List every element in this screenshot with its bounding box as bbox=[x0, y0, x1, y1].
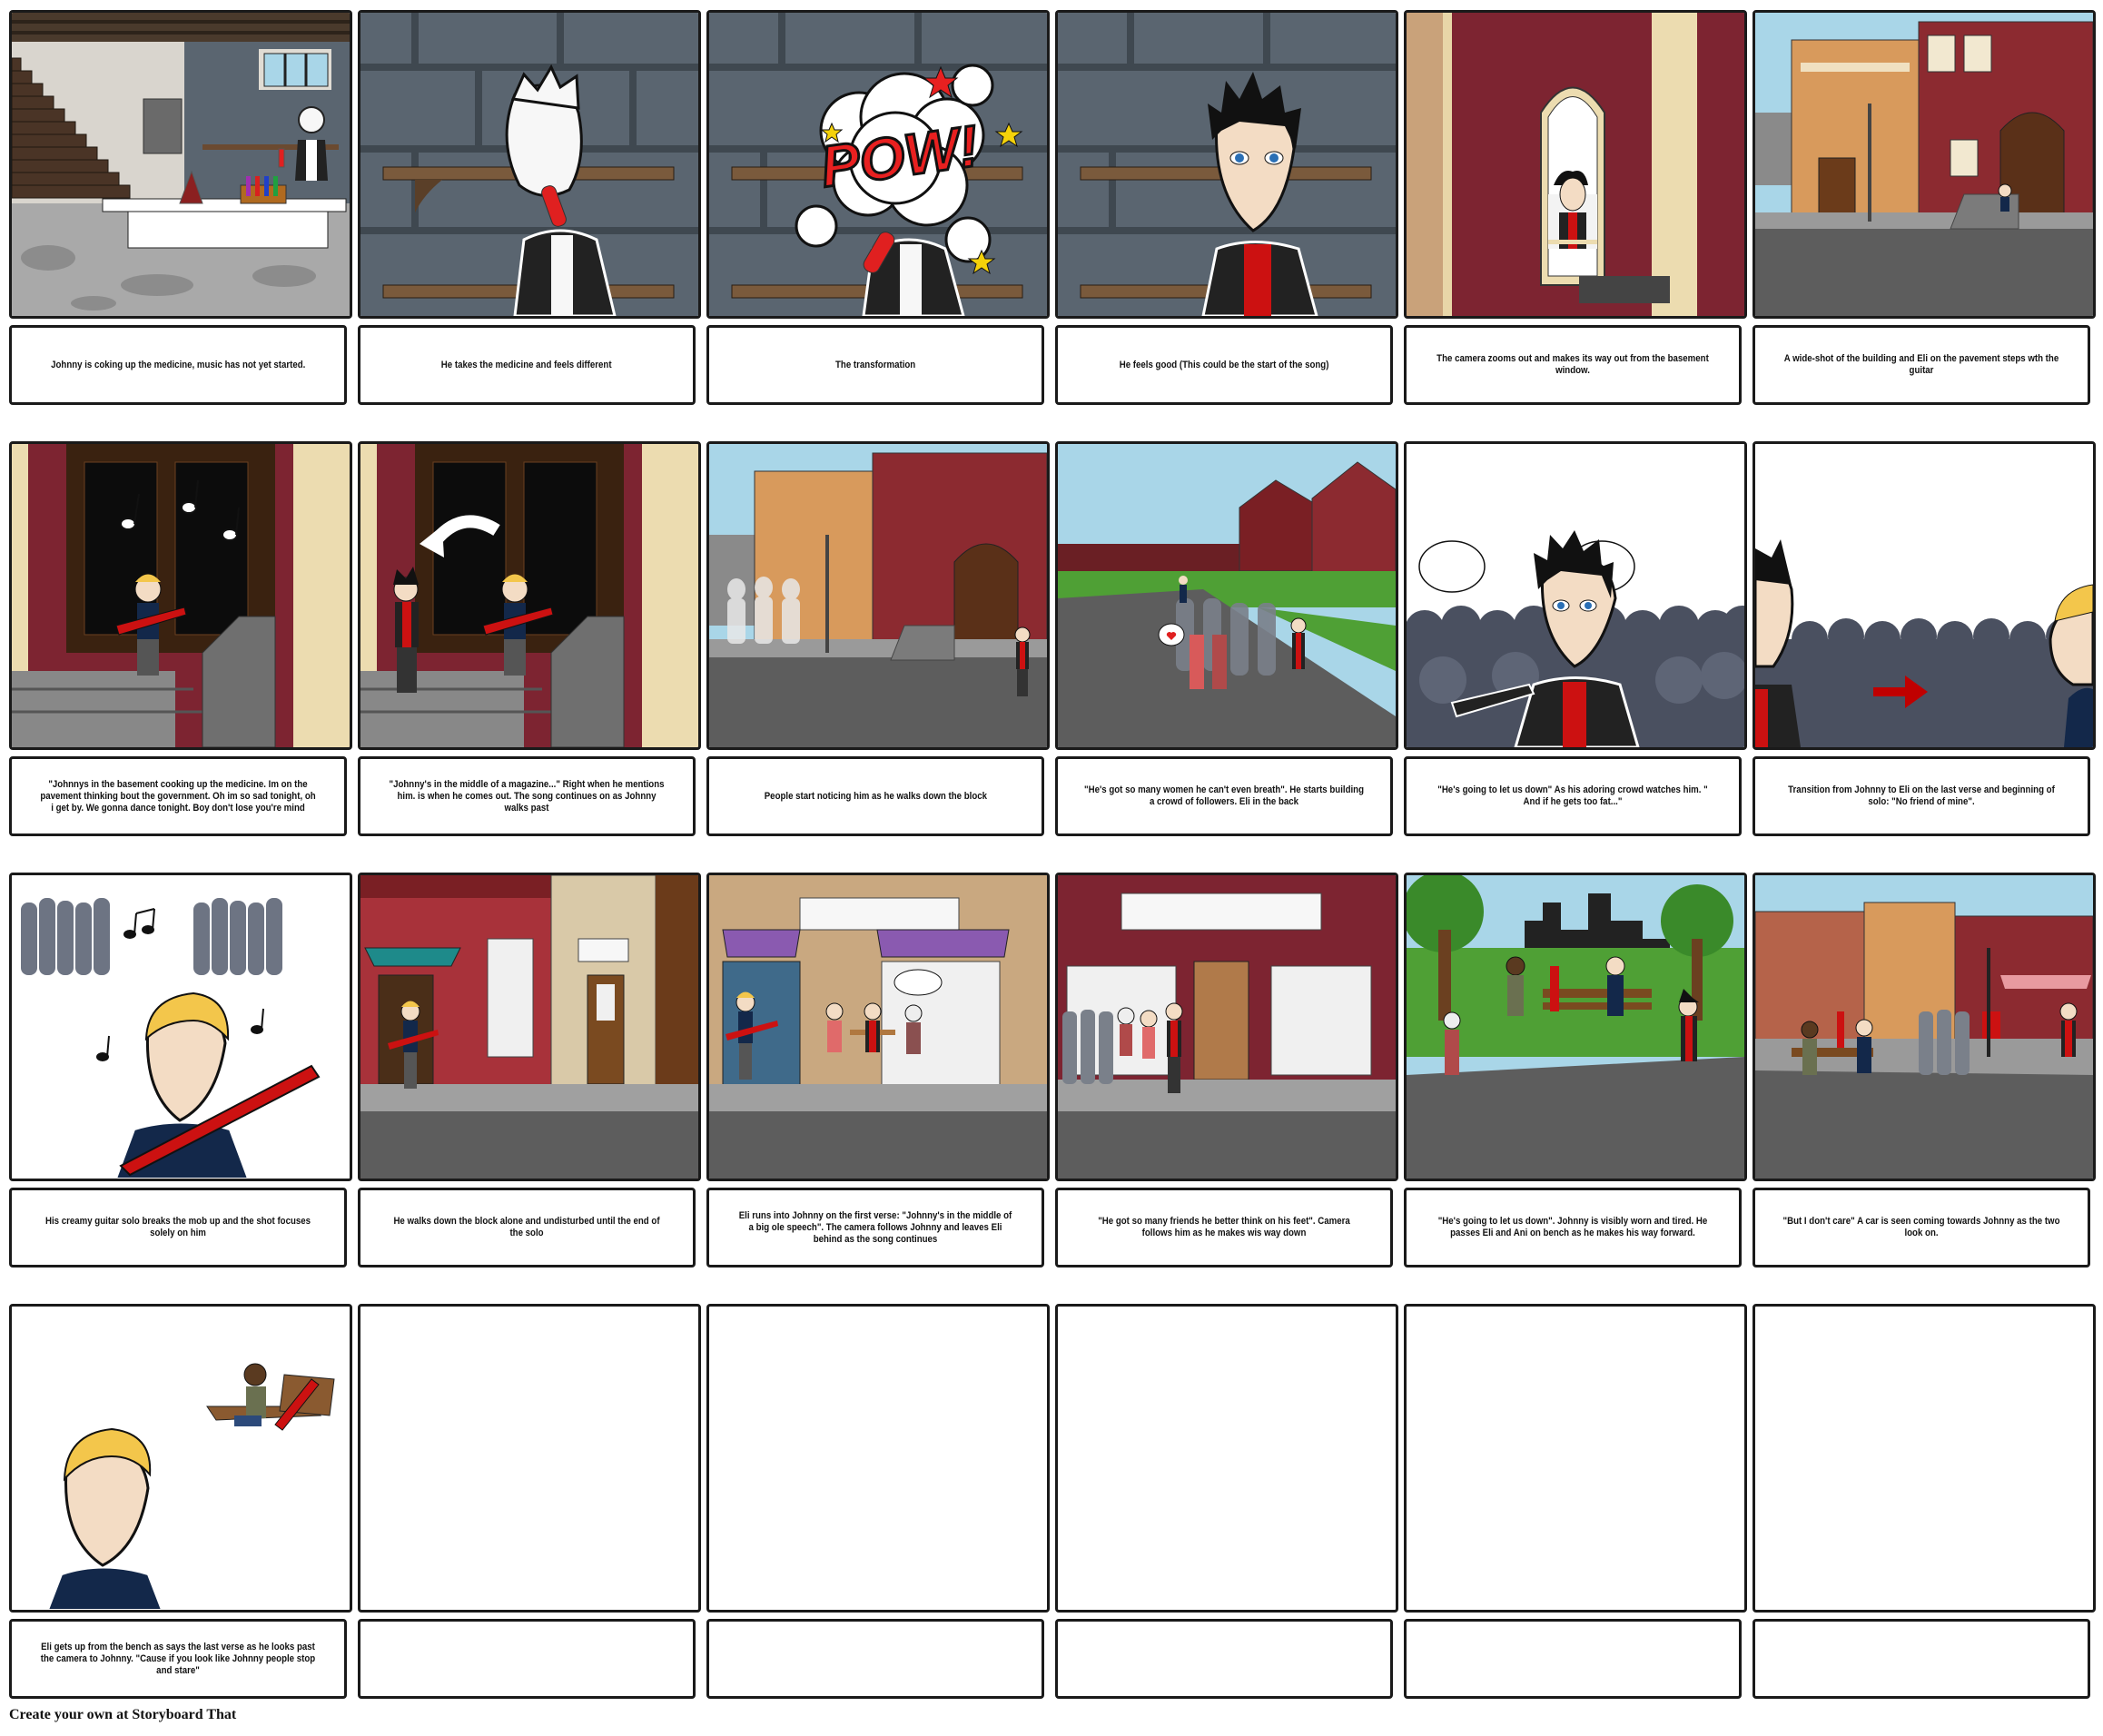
storyboard-row-2: "Johnnys in the basement cooking up the … bbox=[9, 441, 2096, 841]
scene-transition-eli[interactable] bbox=[1752, 441, 2096, 750]
scene-street-noticing[interactable] bbox=[706, 441, 1050, 750]
scene-cafe-meet[interactable] bbox=[706, 873, 1050, 1181]
scene-eli-closeup-bench[interactable] bbox=[9, 1304, 352, 1613]
panel-8-caption-text: "Johnny's in the middle of a magazine...… bbox=[389, 778, 665, 814]
scene-building-wide[interactable] bbox=[1752, 10, 2096, 319]
panel-15-caption-text: Eli runs into Johnny on the first verse:… bbox=[738, 1209, 1012, 1245]
panel-2-caption[interactable]: He takes the medicine and feels differen… bbox=[358, 325, 696, 405]
panel-14-caption[interactable]: He walks down the block alone and undist… bbox=[358, 1188, 696, 1267]
panel-2-caption-text: He takes the medicine and feels differen… bbox=[441, 359, 612, 370]
panel-16-caption-text: "He got so many friends he better think … bbox=[1098, 1216, 1350, 1238]
panel-17-caption[interactable]: "He's going to let us down". Johnny is v… bbox=[1404, 1188, 1742, 1267]
panel-23-caption[interactable] bbox=[1404, 1619, 1742, 1699]
scene-pow-transformation[interactable]: POW! bbox=[706, 10, 1050, 319]
panel-19-caption[interactable]: Eli gets up from the bench as says the l… bbox=[9, 1619, 347, 1699]
panel-22-caption[interactable] bbox=[1055, 1619, 1393, 1699]
panel-4-caption[interactable]: He feels good (This could be the start o… bbox=[1055, 325, 1393, 405]
panel-11-caption[interactable]: "He's going to let us down" As his adori… bbox=[1404, 756, 1742, 836]
panel-12-caption-text: Transition from Johnny to Eli on the las… bbox=[1788, 784, 2055, 807]
panel-3-caption-text: The transformation bbox=[834, 359, 916, 370]
scene-empty[interactable] bbox=[1055, 1304, 1398, 1613]
scene-johnny-transformed[interactable] bbox=[1055, 10, 1398, 319]
panel-1-caption-text: Johnny is coking up the medicine, music … bbox=[50, 359, 306, 370]
panel-13-caption-text: His creamy guitar solo breaks the mob up… bbox=[44, 1216, 311, 1238]
panel-10-caption[interactable]: "He's got so many women he can't even br… bbox=[1055, 756, 1393, 836]
scene-town-street-car[interactable] bbox=[1752, 873, 2096, 1181]
panel-3-caption[interactable]: The transformation bbox=[706, 325, 1044, 405]
panel-1-caption[interactable]: Johnny is coking up the medicine, music … bbox=[9, 325, 347, 405]
panel-12-caption[interactable]: Transition from Johnny to Eli on the las… bbox=[1752, 756, 2090, 836]
panel-6-caption[interactable]: A wide-shot of the building and Eli on t… bbox=[1752, 325, 2090, 405]
scene-street-alone[interactable] bbox=[358, 873, 701, 1181]
storyboard-that-credit-link[interactable]: Create your own at Storyboard That bbox=[9, 1707, 236, 1723]
panel-9-caption-text: People start noticing him as he walks do… bbox=[764, 790, 987, 802]
panel-7-caption-text: "Johnnys in the basement cooking up the … bbox=[40, 778, 316, 814]
storyboard-row-4: Eli gets up from the bench as says the l… bbox=[9, 1304, 2096, 1703]
scene-eli-steps-music[interactable] bbox=[9, 441, 352, 750]
panel-24-caption[interactable] bbox=[1752, 1619, 2090, 1699]
panel-11-caption-text: "He's going to let us down" As his adori… bbox=[1437, 784, 1708, 807]
scene-johnny-comes-out[interactable] bbox=[358, 441, 701, 750]
panel-18-caption-text: "But I don't care" A car is seen coming … bbox=[1782, 1216, 2060, 1238]
panel-17-caption-text: "He's going to let us down". Johnny is v… bbox=[1437, 1216, 1708, 1238]
scene-empty[interactable] bbox=[1404, 1304, 1747, 1613]
panel-14-caption-text: He walks down the block alone and undist… bbox=[393, 1216, 660, 1238]
storyboard-row-3: His creamy guitar solo breaks the mob up… bbox=[9, 873, 2096, 1272]
panel-5-caption-text: The camera zooms out and makes its way o… bbox=[1437, 353, 1709, 376]
scene-shopfront-friends[interactable] bbox=[1055, 873, 1398, 1181]
scene-eli-solo[interactable] bbox=[9, 873, 352, 1181]
scene-empty[interactable] bbox=[706, 1304, 1050, 1613]
panel-6-caption-text: A wide-shot of the building and Eli on t… bbox=[1783, 353, 2059, 376]
panel-7-caption[interactable]: "Johnnys in the basement cooking up the … bbox=[9, 756, 347, 836]
panel-19-caption-text: Eli gets up from the bench as says the l… bbox=[40, 1641, 316, 1676]
panel-20-caption[interactable] bbox=[358, 1619, 696, 1699]
scene-empty[interactable] bbox=[358, 1304, 701, 1613]
panel-9-caption[interactable]: People start noticing him as he walks do… bbox=[706, 756, 1044, 836]
scene-park-bench[interactable] bbox=[1404, 873, 1747, 1181]
panel-15-caption[interactable]: Eli runs into Johnny on the first verse:… bbox=[706, 1188, 1044, 1267]
panel-13-caption[interactable]: His creamy guitar solo breaks the mob up… bbox=[9, 1188, 347, 1267]
panel-18-caption[interactable]: "But I don't care" A car is seen coming … bbox=[1752, 1188, 2090, 1267]
panel-5-caption[interactable]: The camera zooms out and makes its way o… bbox=[1404, 325, 1742, 405]
panel-16-caption[interactable]: "He got so many friends he better think … bbox=[1055, 1188, 1393, 1267]
storyboard-row-1: Johnny is coking up the medicine, music … bbox=[9, 10, 2096, 409]
scene-empty[interactable] bbox=[1752, 1304, 2096, 1613]
scene-basement-lab[interactable] bbox=[9, 10, 352, 319]
panel-21-caption[interactable] bbox=[706, 1619, 1044, 1699]
scene-crowd-followers[interactable] bbox=[1055, 441, 1398, 750]
scene-johnny-drinks[interactable] bbox=[358, 10, 701, 319]
panel-4-caption-text: He feels good (This could be the start o… bbox=[1119, 359, 1329, 370]
scene-johnny-crowd[interactable] bbox=[1404, 441, 1747, 750]
panel-8-caption[interactable]: "Johnny's in the middle of a magazine...… bbox=[358, 756, 696, 836]
panel-10-caption-text: "He's got so many women he can't even br… bbox=[1084, 784, 1365, 807]
scene-basement-window[interactable] bbox=[1404, 10, 1747, 319]
